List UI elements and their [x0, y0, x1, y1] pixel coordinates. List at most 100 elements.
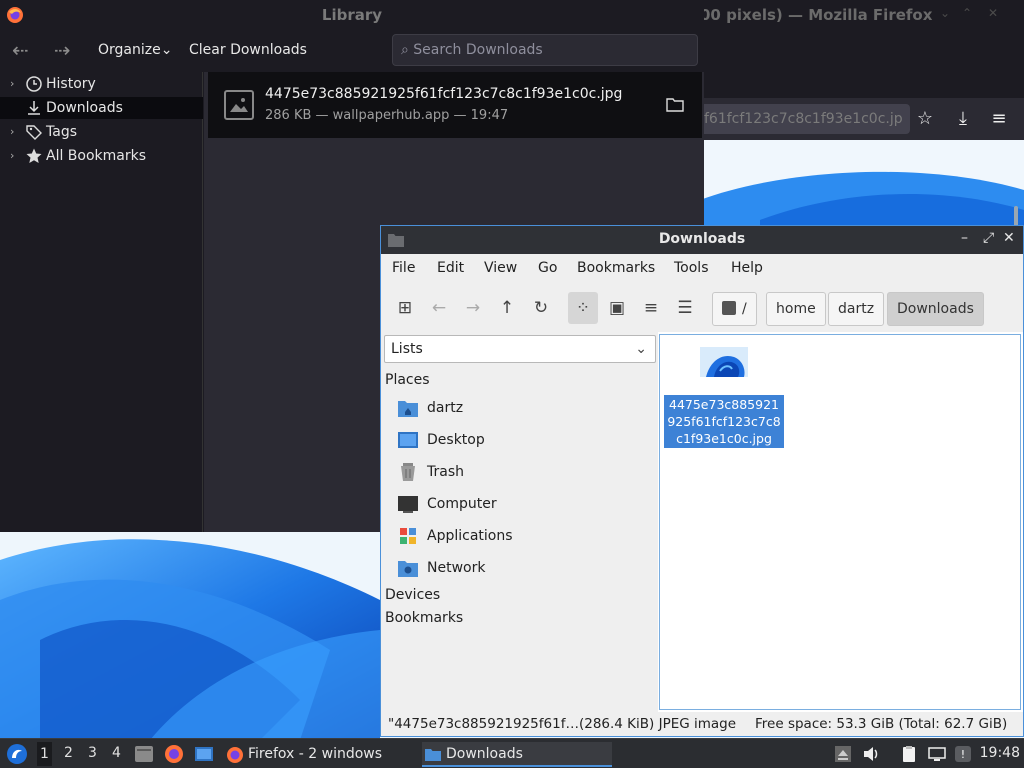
expand-arrow-icon[interactable]: › [10, 73, 14, 95]
expand-arrow-icon[interactable]: › [10, 121, 14, 143]
place-desktop[interactable]: Desktop [397, 426, 657, 454]
back-arrow-icon[interactable]: ⇠ [12, 38, 29, 62]
sidebar-item-downloads[interactable]: Downloads [0, 97, 203, 119]
desktop-icon [398, 432, 418, 448]
breadcrumb-dartz[interactable]: dartz [828, 292, 885, 326]
firefox-launcher-icon[interactable] [164, 744, 184, 764]
file-view[interactable]: 4475e73c885921925f61fcf123c7c8c1f93e1c0c… [659, 334, 1021, 710]
place-label: Computer [427, 496, 497, 512]
organize-label: Organize [98, 42, 161, 58]
side-pane-mode-select[interactable]: Lists ⌄ [384, 335, 656, 363]
workspace-2[interactable]: 2 [64, 745, 73, 761]
start-menu-icon[interactable] [6, 743, 28, 765]
menu-help[interactable]: Help [731, 260, 763, 276]
chevron-down-icon: ⌄ [160, 42, 173, 58]
file-manager-titlebar: Downloads – ⤢ ✕ [381, 226, 1023, 254]
side-pane-mode-value: Lists [391, 341, 423, 357]
breadcrumb-downloads[interactable]: Downloads [887, 292, 984, 326]
icon-view-icon[interactable]: ⁘ [568, 292, 598, 324]
search-downloads-input[interactable]: ⌕ Search Downloads [392, 34, 698, 66]
forward-arrow-icon[interactable]: ⇢ [54, 38, 71, 62]
star-icon [26, 148, 42, 163]
place-label: Network [427, 560, 486, 576]
forward-icon[interactable]: → [458, 292, 488, 324]
bookmarks-header[interactable]: Bookmarks [385, 610, 463, 626]
menu-bookmarks[interactable]: Bookmarks [577, 260, 655, 276]
place-computer[interactable]: Computer [397, 490, 657, 518]
breadcrumb-root[interactable]: / [712, 292, 757, 326]
open-folder-icon[interactable] [666, 96, 684, 112]
download-item[interactable]: 4475e73c885921925f61fcf123c7c8c1f93e1c0c… [208, 72, 702, 138]
image-thumbnail [700, 347, 748, 377]
sidebar-item-all-bookmarks[interactable]: › All Bookmarks [0, 145, 203, 167]
sidebar-item-tags[interactable]: › Tags [0, 121, 203, 143]
download-meta: 286 KB — wallpaperhub.app — 19:47 [265, 108, 509, 123]
place-network[interactable]: Network [397, 554, 657, 582]
task-firefox[interactable]: Firefox - 2 windows [224, 742, 382, 767]
workspace-3[interactable]: 3 [88, 745, 97, 761]
thumbnail-view-icon[interactable]: ▣ [602, 292, 632, 324]
workspace-4[interactable]: 4 [112, 745, 121, 761]
place-label: Desktop [427, 432, 485, 448]
task-downloads[interactable]: Downloads [422, 742, 612, 767]
downloads-icon[interactable]: ⤓ [950, 106, 976, 132]
chevron-down-icon: ⌄ [635, 341, 647, 357]
clipboard-icon[interactable] [900, 745, 918, 763]
library-titlebar: Library [0, 0, 704, 30]
maximize-icon[interactable]: ⤢ [983, 230, 994, 246]
place-trash[interactable]: Trash [397, 458, 657, 486]
menu-tools[interactable]: Tools [674, 260, 709, 276]
file-manager-launcher-icon[interactable] [134, 744, 154, 764]
volume-icon[interactable] [862, 745, 880, 763]
place-applications[interactable]: Applications [397, 522, 657, 550]
notification-icon[interactable]: ! [954, 745, 972, 763]
library-sidebar: › History Downloads › Tags › All Bookmar… [0, 72, 203, 532]
breadcrumb-label: / [742, 301, 747, 317]
menu-view[interactable]: View [484, 260, 517, 276]
file-manager-window: Downloads – ⤢ ✕ File Edit View Go Bookma… [380, 225, 1024, 737]
breadcrumb-home[interactable]: home [766, 292, 826, 326]
detailed-list-view-icon[interactable]: ☰ [670, 292, 700, 324]
back-icon[interactable]: ← [424, 292, 454, 324]
reload-icon[interactable]: ↻ [526, 292, 556, 324]
devices-header[interactable]: Devices [385, 587, 440, 603]
minimize-icon[interactable]: – [961, 230, 968, 246]
sidebar-item-history[interactable]: › History [0, 73, 203, 95]
menu-go[interactable]: Go [538, 260, 557, 276]
desktop-launcher-icon[interactable] [194, 744, 214, 764]
menu-file[interactable]: File [392, 260, 415, 276]
clear-downloads-button[interactable]: Clear Downloads [189, 42, 307, 58]
eject-icon[interactable] [834, 745, 852, 763]
firefox-url-bar[interactable]: f61fcf123c7c8c1f93e1c0c.jp [700, 104, 910, 134]
computer-icon [398, 496, 418, 513]
folder-icon [425, 749, 441, 761]
search-icon: ⌕ [401, 42, 414, 58]
organize-menu-button[interactable]: Organize⌄ [98, 42, 172, 58]
up-icon[interactable]: ↑ [492, 292, 522, 324]
status-bar: "4475e73c885921925f61f…(286.4 KiB) JPEG … [381, 712, 1023, 736]
places-header[interactable]: Places [385, 372, 430, 388]
svg-text:!: ! [961, 748, 965, 761]
place-dartz[interactable]: dartz [397, 394, 657, 422]
clock[interactable]: 19:48 [980, 745, 1020, 761]
menu-edit[interactable]: Edit [437, 260, 464, 276]
firefox-maximize-button[interactable]: ⌃ [962, 6, 972, 20]
firefox-titlebar: 00 pixels) — Mozilla Firefox ⌄ ⌃ ✕ [700, 0, 1024, 30]
network-status-icon[interactable] [928, 745, 946, 763]
firefox-close-button[interactable]: ✕ [988, 6, 998, 20]
close-icon[interactable]: ✕ [1003, 230, 1015, 246]
library-title: Library [321, 6, 383, 24]
expand-arrow-icon[interactable]: › [10, 145, 14, 167]
place-label: Applications [427, 528, 513, 544]
firefox-minimize-button[interactable]: ⌄ [940, 6, 950, 20]
new-tab-icon[interactable]: ⊞ [390, 292, 420, 324]
sidebar-item-label: History [46, 76, 96, 92]
menubar: File Edit View Go Bookmarks Tools Help [381, 254, 1023, 284]
workspace-1[interactable]: 1 [37, 742, 52, 766]
side-pane: Lists ⌄ Places dartz Desktop Trash Compu… [381, 332, 658, 712]
home-folder-icon [398, 401, 418, 417]
bookmark-star-icon[interactable]: ☆ [912, 106, 938, 132]
sidebar-item-label: All Bookmarks [46, 148, 147, 164]
hamburger-menu-icon[interactable]: ≡ [986, 106, 1012, 132]
compact-view-icon[interactable]: ≡ [636, 292, 666, 324]
